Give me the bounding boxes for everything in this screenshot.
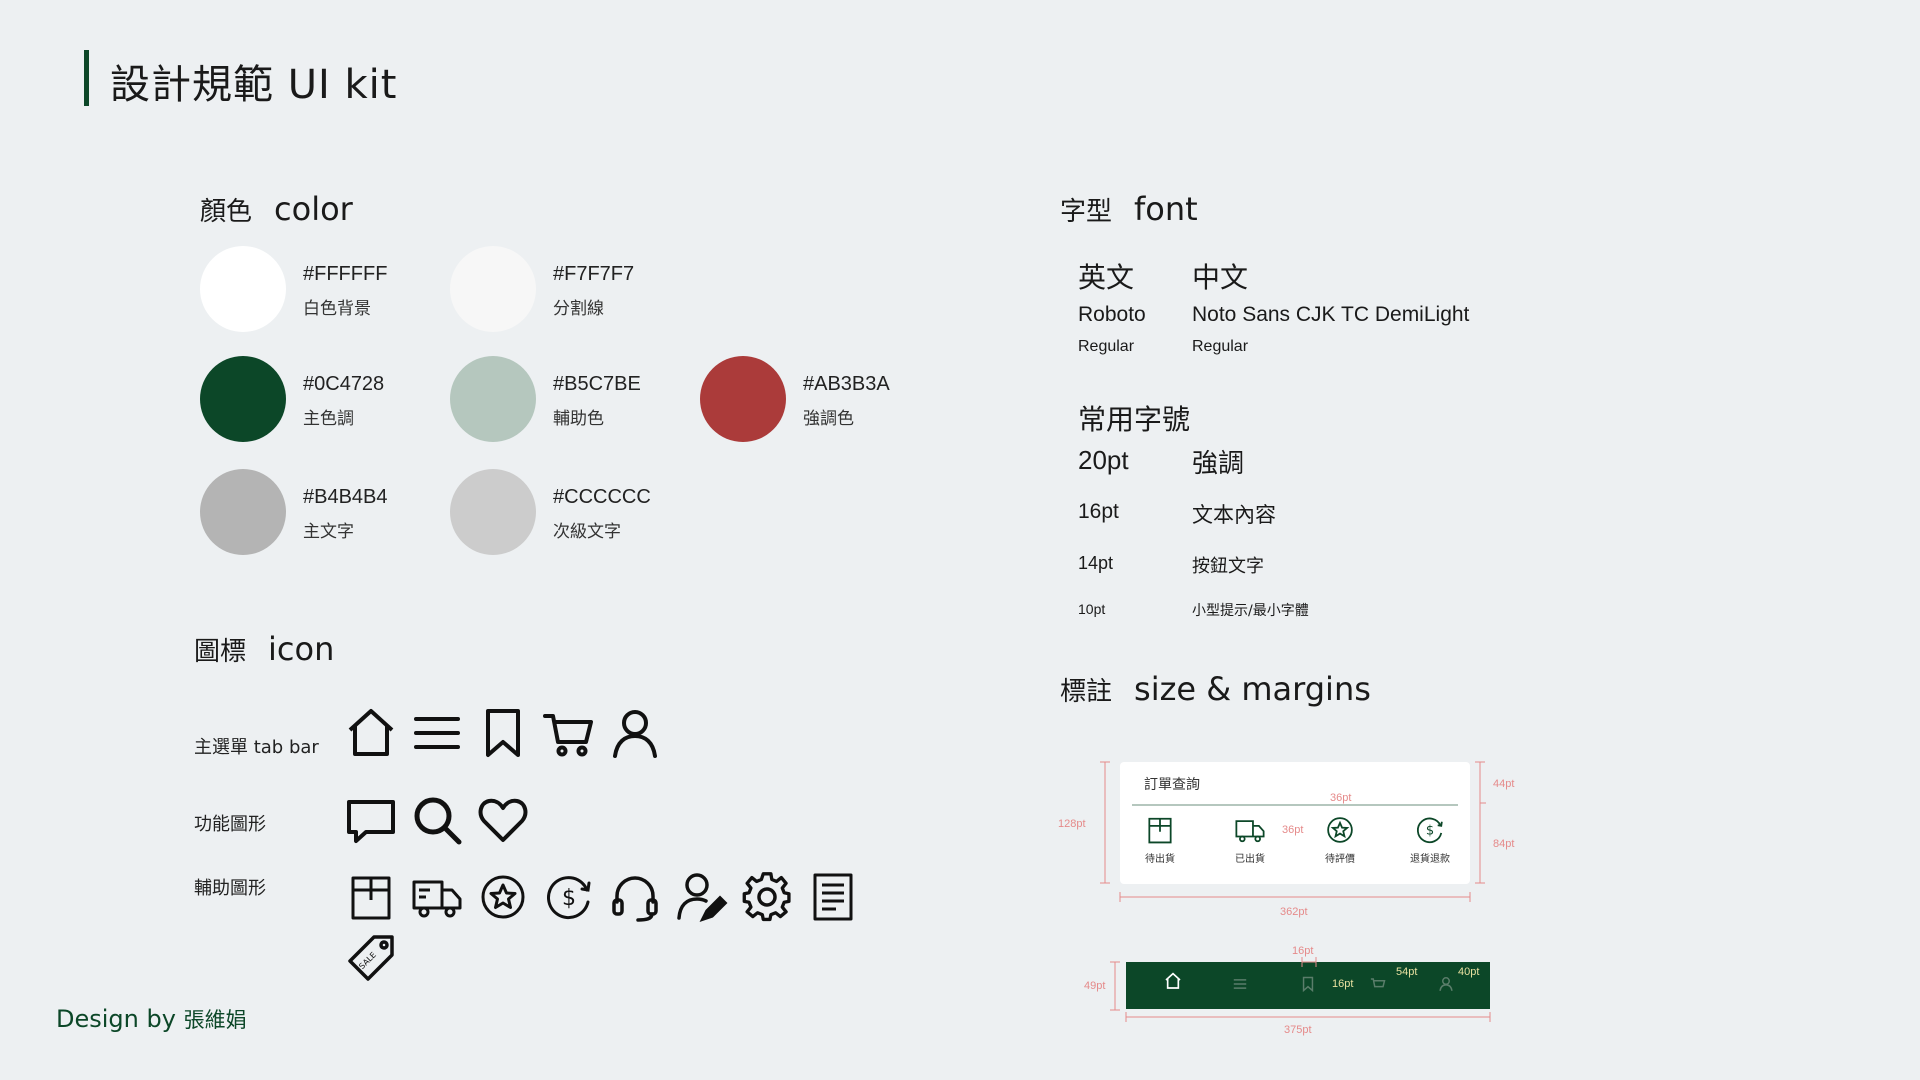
cart-icon (542, 706, 596, 760)
design-credit: Design by 張維娟 (56, 1004, 247, 1034)
dim-tab-width: 375pt (1284, 1024, 1312, 1036)
color-name: 強調色 (803, 409, 854, 429)
color-swatch-circle (450, 356, 536, 442)
chinese-font-name: Noto Sans CJK TC DemiLight (1192, 303, 1470, 326)
color-title-en: color (274, 190, 353, 228)
font-title-zh: 字型 (1060, 197, 1113, 227)
icon-title-zh: 圖標 (194, 637, 247, 667)
margins-section-title: 標註 size & margins (1060, 670, 1371, 708)
color-swatch-circle (200, 246, 286, 332)
size-10pt: 10pt (1078, 601, 1106, 617)
color-swatch-circle (200, 469, 286, 555)
icon-row-label-tabbar: 主選單 tab bar (194, 733, 319, 759)
page-title: 設計規範 UI kit (110, 62, 398, 108)
dim-tab-top: 16pt (1292, 945, 1314, 957)
document-icon (806, 870, 860, 924)
sale-tag-icon: SALE (344, 932, 398, 986)
color-hex-value: #F7F7F7 (553, 263, 635, 285)
tab-bar-dimension-lines (1110, 957, 1491, 1022)
dim-card-bottom: 84pt (1493, 838, 1515, 850)
dim-card-width: 362pt (1280, 906, 1308, 918)
color-swatch-circle (450, 469, 536, 555)
usage-emphasis: 強調 (1192, 449, 1245, 479)
bookmark-icon (476, 706, 530, 760)
title-accent-bar (84, 50, 89, 106)
font-title-en: font (1134, 190, 1198, 228)
tabbar-label-text: 主選單 tab bar (194, 737, 319, 758)
color-swatch-circle (450, 246, 536, 332)
chat-icon (344, 793, 398, 847)
english-font-head: 英文 (1078, 261, 1135, 294)
icon-row-label-auxiliary: 輔助圖形 (194, 874, 266, 900)
svg-text:SALE: SALE (357, 950, 378, 971)
chinese-font-head: 中文 (1192, 261, 1249, 294)
heart-icon (476, 793, 530, 847)
function-label-text: 功能圖形 (194, 814, 266, 835)
english-font-weight: Regular (1078, 338, 1135, 355)
box-icon (344, 870, 398, 924)
credit-name: 張維娟 (183, 1008, 247, 1032)
icon-section-title: 圖標 icon (194, 630, 334, 668)
truck-icon (410, 870, 464, 924)
menu-icon (410, 706, 464, 760)
color-hex-value: #0C4728 (303, 373, 385, 395)
color-hex-value: #AB3B3A (803, 373, 890, 395)
margins-title-zh: 標註 (1060, 677, 1113, 707)
usage-button: 按鈕文字 (1192, 556, 1264, 577)
order-card-dimension-lines (1100, 761, 1486, 902)
auxiliary-label-text: 輔助圖形 (194, 878, 266, 899)
margins-title-en: size & margins (1134, 670, 1371, 708)
color-hex-value: #B4B4B4 (303, 486, 388, 508)
color-name: 主文字 (303, 522, 354, 542)
color-name: 次級文字 (553, 522, 621, 542)
color-hex-value: #FFFFFF (303, 263, 388, 285)
color-section-title: 顏色 color (200, 190, 353, 228)
common-sizes-title: 常用字號 (1078, 403, 1191, 436)
chinese-font-weight: Regular (1192, 338, 1249, 355)
icon-row-label-function: 功能圖形 (194, 810, 266, 836)
gear-icon (740, 870, 794, 924)
color-swatch-circle (200, 356, 286, 442)
size-14pt: 14pt (1078, 553, 1114, 573)
user-icon (608, 706, 662, 760)
color-hex-value: #B5C7BE (553, 373, 641, 395)
color-name: 主色調 (303, 409, 354, 429)
color-name: 輔助色 (553, 409, 604, 429)
color-swatch-circle (700, 356, 786, 442)
usage-hint: 小型提示/最小字體 (1192, 603, 1309, 619)
home-icon (344, 706, 398, 760)
font-section-title: 字型 font (1060, 190, 1198, 228)
english-font-name: Roboto (1078, 303, 1146, 326)
credit-prefix: Design by (56, 1005, 176, 1033)
dim-card-height: 128pt (1058, 818, 1086, 830)
color-hex-value: #CCCCCC (553, 486, 651, 508)
dim-card-top: 44pt (1493, 778, 1515, 790)
star-badge-icon (476, 870, 530, 924)
size-16pt: 16pt (1078, 500, 1119, 523)
user-edit-icon (674, 870, 728, 924)
headset-icon (608, 870, 662, 924)
color-name: 白色背景 (303, 299, 371, 319)
color-name: 分割線 (553, 299, 604, 319)
usage-body: 文本內容 (1192, 503, 1276, 527)
icon-title-en: icon (268, 630, 335, 668)
svg-text:$: $ (562, 886, 576, 911)
size-20pt: 20pt (1078, 445, 1129, 475)
dim-tab-height: 49pt (1084, 980, 1106, 992)
refund-icon: $ (542, 870, 596, 924)
search-icon (410, 793, 464, 847)
color-title-zh: 顏色 (200, 197, 253, 227)
